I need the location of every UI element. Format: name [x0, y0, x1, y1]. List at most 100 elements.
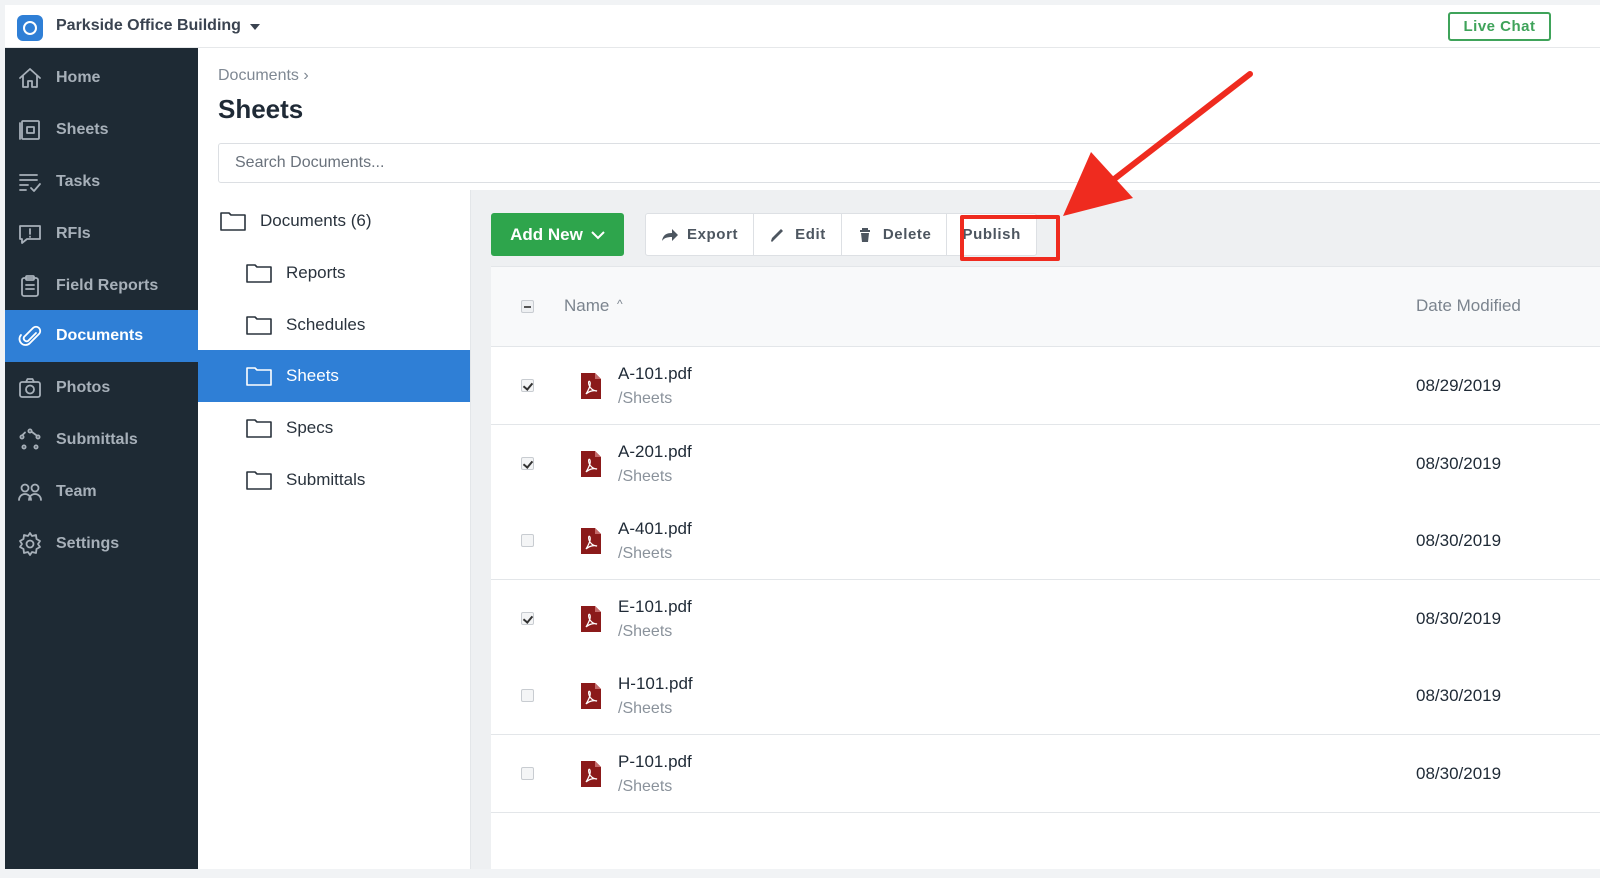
folder-icon — [246, 418, 272, 438]
file-name[interactable]: A-201.pdf — [618, 442, 692, 462]
rfis-icon — [15, 219, 45, 249]
sidebar-item-settings[interactable]: Settings — [5, 518, 198, 570]
folder-sheets[interactable]: Sheets — [198, 350, 470, 402]
app-window: Parkside Office Building Live Chat Home … — [5, 5, 1600, 869]
project-name[interactable]: Parkside Office Building — [56, 17, 241, 35]
delete-button[interactable]: Delete — [842, 214, 948, 255]
table-row[interactable]: H-101.pdf/Sheets 08/30/2019 — [491, 657, 1600, 736]
sidebar-item-label: Tasks — [56, 173, 101, 190]
table-row[interactable]: A-201.pdf/Sheets 08/30/2019 — [491, 424, 1600, 503]
action-toolbar: Export Edit Delete Publish — [645, 213, 1037, 256]
sidebar-item-rfis[interactable]: RFIs — [5, 208, 198, 260]
file-date-modified: 08/30/2019 — [1416, 608, 1502, 628]
file-name[interactable]: E-101.pdf — [618, 597, 692, 617]
file-path: /Sheets — [618, 700, 673, 718]
sheets-icon — [15, 115, 45, 145]
tasks-icon — [15, 167, 45, 197]
row-checkbox[interactable] — [521, 456, 534, 470]
folder-root-documents[interactable]: Documents (6) — [198, 195, 470, 247]
file-name[interactable]: P-101.pdf — [618, 752, 692, 772]
pdf-file-icon — [581, 450, 601, 477]
submittals-icon — [15, 425, 45, 455]
sidebar-item-sheets[interactable]: Sheets — [5, 104, 198, 156]
column-name-header[interactable]: Name — [564, 296, 609, 316]
sort-ascending-icon[interactable]: ^ — [617, 297, 623, 311]
publish-button[interactable]: Publish — [947, 214, 1035, 255]
trash-icon — [859, 227, 870, 242]
table-row[interactable]: A-401.pdf/Sheets 08/30/2019 — [491, 502, 1600, 581]
file-name[interactable]: H-101.pdf — [618, 674, 693, 694]
file-date-modified: 08/30/2019 — [1416, 453, 1502, 473]
add-new-button[interactable]: Add New — [491, 213, 624, 256]
file-path: /Sheets — [618, 622, 673, 640]
folder-reports[interactable]: Reports — [198, 247, 470, 299]
file-date-modified: 08/29/2019 — [1416, 376, 1502, 395]
row-checkbox[interactable] — [521, 534, 534, 548]
sidebar-item-home[interactable]: Home — [5, 52, 198, 104]
edit-label: Edit — [795, 226, 826, 243]
sidebar-item-team[interactable]: Team — [5, 466, 198, 518]
folder-label: Submittals — [286, 470, 366, 489]
row-checkbox[interactable] — [521, 767, 534, 780]
top-bar: Parkside Office Building Live Chat — [5, 5, 1600, 48]
documents-panel: Add New Export Edit Delete Publish Name … — [471, 190, 1600, 869]
breadcrumb[interactable]: Documents › — [218, 67, 309, 85]
table-row[interactable]: P-101.pdf/Sheets 08/30/2019 — [491, 735, 1600, 813]
sidebar-item-label: Home — [56, 69, 101, 86]
export-button[interactable]: Export — [646, 214, 755, 255]
search-input[interactable] — [218, 143, 1600, 183]
folder-label: Reports — [286, 263, 346, 282]
sidebar: Home Sheets Tasks RFIs Field Reports Doc… — [5, 48, 198, 869]
project-logo-icon[interactable] — [17, 15, 43, 41]
sidebar-item-documents[interactable]: Documents — [5, 310, 198, 362]
file-path: /Sheets — [618, 390, 673, 407]
folder-icon — [246, 470, 272, 490]
edit-button[interactable]: Edit — [754, 214, 842, 255]
folder-icon — [220, 211, 246, 231]
project-caret-icon[interactable] — [250, 24, 260, 30]
pdf-file-icon — [581, 528, 601, 555]
publish-label: Publish — [962, 226, 1021, 243]
file-name[interactable]: A-101.pdf — [618, 364, 692, 384]
table-row[interactable]: E-101.pdf/Sheets 08/30/2019 — [491, 579, 1600, 658]
folder-icon — [246, 263, 272, 283]
sidebar-item-label: Documents — [56, 327, 144, 344]
folder-submittals[interactable]: Submittals — [198, 454, 470, 506]
column-date-header[interactable]: Date Modified — [1416, 296, 1521, 316]
table-row[interactable]: A-101.pdf/Sheets 08/29/2019 — [491, 347, 1600, 425]
row-checkbox[interactable] — [521, 689, 534, 703]
row-checkbox[interactable] — [521, 611, 534, 625]
sidebar-item-submittals[interactable]: Submittals — [5, 414, 198, 466]
select-all-checkbox[interactable] — [521, 300, 534, 313]
sidebar-item-label: Settings — [56, 535, 120, 552]
sidebar-item-label: Field Reports — [56, 277, 159, 294]
team-icon — [15, 477, 45, 507]
file-path: /Sheets — [618, 467, 673, 485]
folder-label: Sheets — [286, 366, 339, 385]
gear-icon — [15, 529, 45, 559]
home-icon — [15, 63, 45, 93]
folder-schedules[interactable]: Schedules — [198, 299, 470, 351]
file-name[interactable]: A-401.pdf — [618, 519, 692, 539]
table-header: Name ^ Date Modified — [491, 267, 1600, 347]
sidebar-item-field-reports[interactable]: Field Reports — [5, 260, 198, 312]
documents-table: Name ^ Date Modified A-101.pdf/Sheets 08/… — [491, 266, 1600, 869]
sidebar-item-label: Submittals — [56, 431, 138, 448]
page-title: Sheets — [218, 94, 304, 124]
file-date-modified: 08/30/2019 — [1416, 686, 1502, 706]
row-checkbox[interactable] — [521, 379, 534, 392]
sidebar-item-tasks[interactable]: Tasks — [5, 156, 198, 208]
pdf-file-icon — [581, 373, 601, 399]
clipboard-icon — [15, 271, 45, 301]
folder-specs[interactable]: Specs — [198, 402, 470, 454]
sidebar-item-photos[interactable]: Photos — [5, 362, 198, 414]
export-label: Export — [687, 226, 739, 243]
folder-tree: Documents (6) Reports Schedules Sheets S… — [198, 190, 471, 869]
share-arrow-icon — [662, 228, 678, 241]
sidebar-item-label: Photos — [56, 379, 111, 396]
live-chat-button[interactable]: Live Chat — [1448, 12, 1551, 41]
pdf-file-icon — [581, 683, 601, 710]
pdf-file-icon — [581, 605, 601, 632]
folder-label: Schedules — [286, 315, 366, 334]
camera-icon — [15, 373, 45, 403]
